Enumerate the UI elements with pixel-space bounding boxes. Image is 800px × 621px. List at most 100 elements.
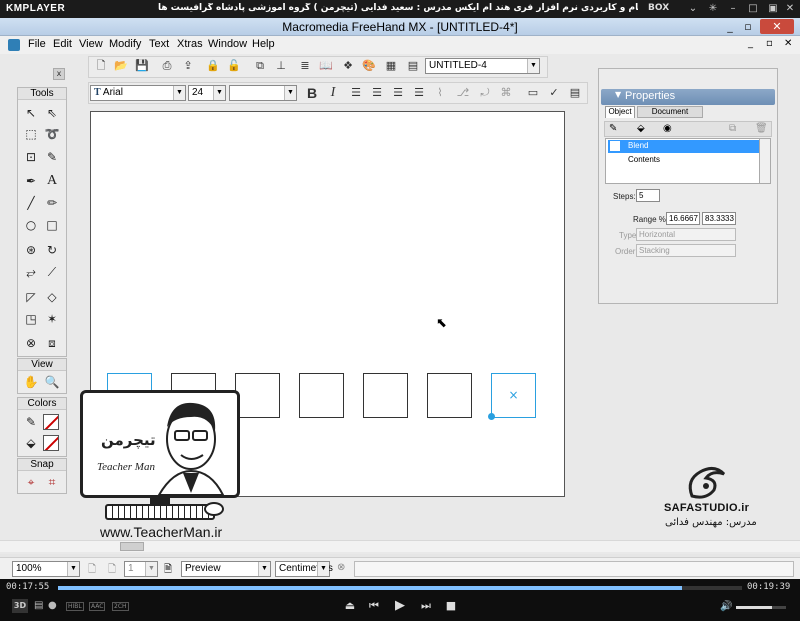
scale-tool-icon[interactable]: ⊛ [21, 240, 41, 260]
badge-3d[interactable]: 3D [12, 599, 28, 613]
player-logo[interactable]: KMPLAYER [6, 3, 65, 14]
elapsed-time[interactable]: 00:17:55 [6, 582, 49, 592]
tree-item-blend[interactable]: Blend [608, 140, 766, 153]
grid-icon[interactable]: ▤ [405, 58, 421, 74]
menu-modify[interactable]: Modify [109, 38, 141, 50]
eyedropper-tool-icon[interactable]: ✎ [42, 147, 62, 167]
color-mixer-icon[interactable]: ▦ [383, 58, 399, 74]
close-button[interactable]: ✕ [760, 19, 794, 34]
info-icon[interactable]: ● [48, 600, 57, 611]
document-icon[interactable]: 🗎 [164, 562, 172, 579]
tree-scrollbar[interactable] [759, 138, 771, 184]
chevron-down-icon[interactable]: ▼ [173, 86, 185, 100]
doc-restore-button[interactable]: ▫ [766, 38, 773, 49]
envelope-tool-icon[interactable]: ◇ [42, 287, 62, 307]
hand-tool-icon[interactable]: ✋ [21, 372, 41, 392]
convert-to-paths-icon[interactable]: ▤ [567, 85, 583, 101]
page-tool-icon[interactable]: ⬚ [21, 124, 41, 144]
next-icon[interactable]: ⏭ [418, 599, 434, 613]
rectangle-tool-icon[interactable]: □ [42, 215, 62, 235]
font-size-select[interactable]: 24 ▼ [188, 85, 226, 101]
properties-header[interactable]: ▼ Properties [601, 89, 775, 105]
symbols-icon[interactable]: ❖ [340, 58, 356, 74]
menu-text[interactable]: Text [149, 38, 169, 50]
blend-step-square[interactable] [363, 373, 408, 418]
font-style-select[interactable]: ▼ [229, 85, 297, 101]
eject-icon[interactable]: ⏏ [342, 599, 358, 612]
perspective-tool-icon[interactable]: ◸ [21, 287, 41, 307]
lock-icon[interactable]: 🔒 [205, 58, 221, 74]
tab-document[interactable]: Document [637, 106, 703, 118]
chevron-down-icon[interactable]: ⌄ [686, 2, 700, 15]
rotate-tool-icon[interactable]: ↻ [42, 240, 62, 260]
units-select[interactable]: Centimeters ▼ [275, 561, 333, 577]
text-editor-icon[interactable]: ▭ [525, 85, 541, 101]
knife-tool-icon[interactable]: ⟋ [42, 262, 62, 282]
spell-check-icon[interactable]: ✓ [546, 85, 562, 101]
seek-bar[interactable] [58, 586, 742, 590]
text-wrap-icon[interactable]: ⤾ [477, 85, 493, 101]
pointer-tool-icon[interactable]: ↖ [21, 103, 41, 123]
import-icon[interactable]: ⎙ [159, 58, 175, 74]
selection-handle[interactable] [488, 413, 495, 420]
snap-to-grid-icon[interactable]: ⌗ [42, 472, 62, 492]
menu-edit[interactable]: Edit [53, 38, 72, 50]
chevron-down-icon[interactable]: ▼ [258, 562, 270, 576]
menu-window[interactable]: Window [208, 38, 247, 50]
next-page-icon[interactable]: 🗋 [108, 562, 116, 579]
connector-tool-icon[interactable]: ⊗ [21, 333, 41, 353]
text-effect-icon[interactable]: ⎇ [455, 85, 471, 101]
player-fullscreen-button[interactable]: ▣ [766, 2, 780, 15]
ellipse-tool-icon[interactable]: ○ [21, 215, 41, 235]
add-effect-icon[interactable]: ◉ [663, 123, 672, 134]
align-icon[interactable]: ⊥ [273, 58, 289, 74]
graphic-hose-tool-icon[interactable]: ✶ [42, 309, 62, 329]
line-tool-icon[interactable]: ╱ [21, 193, 41, 213]
snap-to-point-icon[interactable]: ⌖ [21, 472, 41, 492]
menu-xtras[interactable]: Xtras [177, 38, 203, 50]
range-start-field[interactable]: 16.6667 [666, 212, 700, 225]
settings-icon[interactable]: ▤ [34, 600, 43, 611]
trash-icon[interactable]: 🗑 [755, 123, 768, 134]
chevron-down-icon[interactable]: ▼ [317, 562, 329, 576]
align-center-icon[interactable]: ☰ [369, 85, 385, 101]
menu-file[interactable]: File [28, 38, 46, 50]
add-fill-icon[interactable]: ⬙ [637, 123, 645, 134]
cancel-icon[interactable]: ⊗ [337, 562, 345, 573]
previous-page-icon[interactable]: 🗋 [88, 562, 96, 579]
chevron-down-icon[interactable]: ▼ [145, 562, 157, 576]
library-icon[interactable]: 📖 [318, 58, 334, 74]
chevron-down-icon[interactable]: ▼ [527, 59, 539, 73]
previous-icon[interactable]: ⏮ [366, 599, 382, 613]
document-select[interactable]: UNTITLED-4 ▼ [425, 58, 540, 74]
collapse-arrow-icon[interactable]: ▼ [615, 90, 621, 99]
menu-help[interactable]: Help [252, 38, 275, 50]
play-icon[interactable]: ▶ [392, 598, 408, 613]
fill-color-icon[interactable]: ⬙ [21, 433, 41, 453]
justify-icon[interactable]: ☰ [411, 85, 427, 101]
unlock-icon[interactable]: 🔓 [226, 58, 242, 74]
pen-tool-icon[interactable]: ✒ [21, 171, 41, 191]
player-minimize-button[interactable]: – [726, 2, 740, 15]
export-icon[interactable]: ⇪ [180, 58, 196, 74]
blend-step-square[interactable] [427, 373, 472, 418]
zoom-tool-icon[interactable]: 🔍 [42, 372, 62, 392]
chevron-down-icon[interactable]: ▼ [67, 562, 79, 576]
group-icon[interactable]: ⧉ [252, 58, 268, 74]
steps-field[interactable]: 5 [636, 189, 660, 202]
align-left-icon[interactable]: ☰ [348, 85, 364, 101]
font-select[interactable]: T Arial ▼ [90, 85, 186, 101]
horizontal-scrollbar[interactable] [0, 540, 800, 552]
scrollbar-thumb[interactable] [120, 542, 144, 551]
tree-item-contents[interactable]: Contents [628, 155, 660, 164]
swatches-icon[interactable]: 🎨 [361, 58, 377, 74]
bold-icon[interactable]: B [304, 85, 320, 101]
zoom-select[interactable]: 100% ▼ [12, 561, 80, 577]
minimize-button[interactable]: _ [722, 19, 738, 34]
doc-close-button[interactable]: ✕ [784, 38, 792, 49]
chevron-down-icon[interactable]: ▼ [284, 86, 296, 100]
tab-object[interactable]: Object [605, 106, 635, 118]
stroke-color-icon[interactable]: ✎ [21, 412, 41, 432]
stop-icon[interactable]: ■ [443, 599, 459, 612]
menu-view[interactable]: View [79, 38, 103, 50]
